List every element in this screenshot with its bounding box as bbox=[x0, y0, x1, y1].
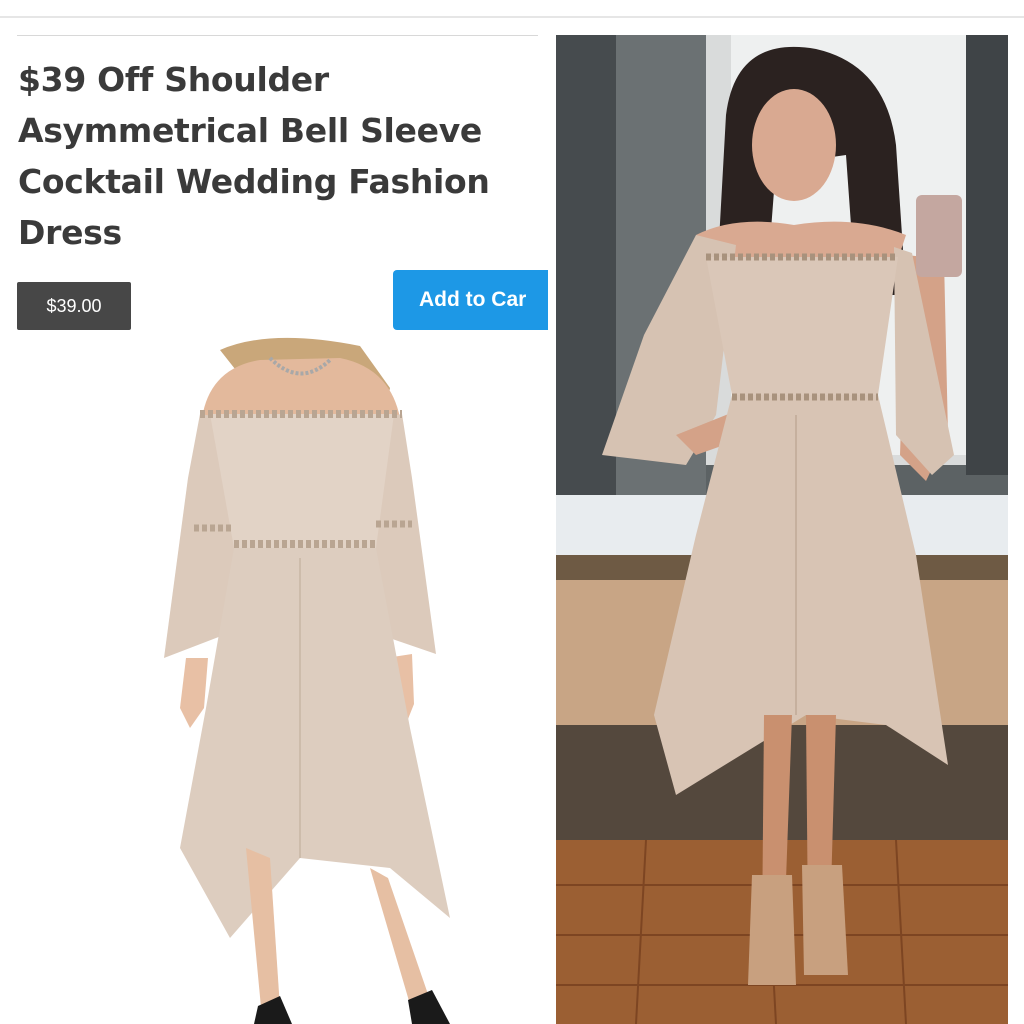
product-title: $39 Off Shoulder Asymmetrical Bell Sleev… bbox=[18, 60, 490, 252]
add-to-cart-button[interactable]: Add to Car bbox=[393, 270, 548, 330]
product-photo[interactable] bbox=[150, 328, 470, 1024]
product-listing: $39 Off Shoulder Asymmetrical Bell Sleev… bbox=[0, 18, 548, 1024]
image-divider bbox=[548, 18, 556, 1024]
customer-photo[interactable] bbox=[556, 35, 1008, 1024]
price-tag: $39.00 bbox=[17, 282, 131, 330]
listing-top-rule bbox=[17, 35, 538, 36]
